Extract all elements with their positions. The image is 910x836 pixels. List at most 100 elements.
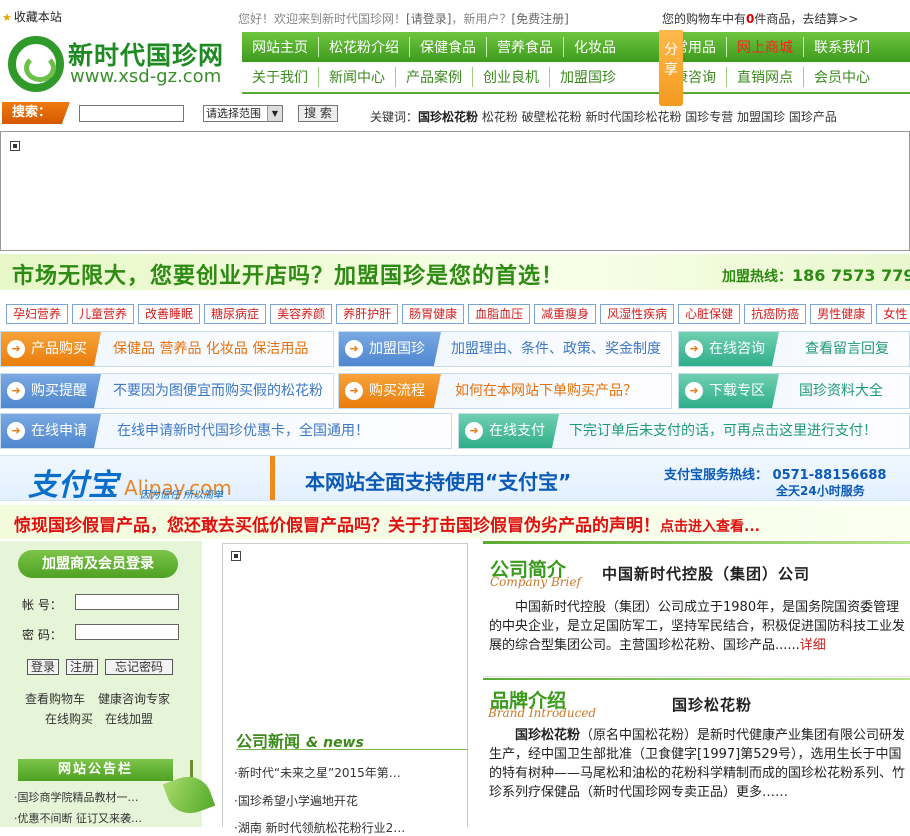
feature-remind-label: 购买提醒 [31, 383, 87, 399]
consult-expert-link[interactable]: 健康咨询专家 [98, 690, 170, 707]
feature-pay[interactable]: ➜ 在线支付 下完订单后未支付的话，可再点击这里进行支付！ [458, 413, 910, 449]
feature-join-label: 加盟国珍 [369, 341, 425, 357]
nav-cases[interactable]: 产品案例 [396, 67, 473, 87]
checkout-link[interactable]: 件商品，去结算>> [754, 12, 858, 26]
tag-item[interactable]: 养肝护肝 [336, 304, 399, 324]
arrow-right-icon: ➜ [7, 382, 25, 400]
feature-apply[interactable]: ➜ 在线申请 在线申请新时代国珍优惠卡，全国通用！ [0, 413, 452, 449]
tag-item[interactable]: 孕妇营养 [6, 304, 69, 324]
secondary-nav: 关于我们 新闻中心 产品案例 创业良机 加盟国珍 健康咨询 直销网点 会员中心 [242, 62, 910, 94]
tag-item[interactable]: 儿童营养 [72, 304, 135, 324]
cart-info[interactable]: 您的购物车中有0件商品，去结算>> [662, 10, 859, 27]
feature-buy[interactable]: ➜ 产品购买 保健品 营养品 化妆品 保洁用品 [0, 331, 334, 367]
news-item[interactable]: ·国珍希望小学遍地开花 [234, 792, 358, 809]
cart-prefix: 您的购物车中有 [662, 12, 747, 26]
company-more-link[interactable]: 详细 [800, 638, 826, 653]
login-link[interactable]: [请登录] [406, 12, 451, 26]
feature-remind[interactable]: ➜ 购买提醒 不要因为图便宜而购买假的松花粉 [0, 373, 334, 409]
nav-health-food[interactable]: 保健食品 [410, 37, 487, 57]
search-button[interactable]: 搜 索 [298, 105, 338, 122]
nav-news[interactable]: 新闻中心 [319, 67, 396, 87]
feature-download[interactable]: ➜ 下载专区 国珍资料大全 [678, 373, 910, 409]
login-button[interactable]: 登录 [27, 659, 59, 675]
keyword-links[interactable]: 松花粉 破壁松花粉 新时代国珍松花粉 国珍专营 加盟国珍 国珍产品 [482, 110, 837, 124]
brand-intro: 国珍松花粉（原名中国松花粉）是新时代健康产业集团有限公司研发生产，经中国卫生部批… [489, 726, 910, 802]
forgot-password-button[interactable]: 忘记密码 [105, 659, 173, 675]
tag-item[interactable]: 心脏保健 [678, 304, 741, 324]
franchise-promo[interactable]: 市场无限大，您要创业开店吗？加盟国珍是您的首选！ 加盟热线：186 7573 7… [0, 254, 910, 290]
nav-home[interactable]: 网站主页 [242, 37, 319, 57]
nav-outlets[interactable]: 直销网点 [727, 67, 804, 87]
tag-item[interactable]: 肠胃健康 [402, 304, 465, 324]
tag-item[interactable]: 女性 [876, 304, 910, 324]
alipay-hotline: 支付宝服务热线： 0571-88156688 [664, 468, 887, 483]
feature-consult[interactable]: ➜ 在线咨询 查看留言回复 [678, 331, 910, 367]
favorite-link[interactable]: ★ 收藏本站 [2, 8, 62, 25]
nav-pollen[interactable]: 松花粉介绍 [319, 37, 410, 57]
nav-mall[interactable]: 网上商城 [727, 37, 804, 57]
feature-consult-text: 查看留言回复 [805, 341, 889, 357]
nav-cosmetics[interactable]: 化妆品 [564, 37, 626, 57]
tag-item[interactable]: 抗癌防癌 [744, 304, 807, 324]
search-scope-select[interactable]: 请选择范围 ▼ [203, 105, 283, 122]
notice-title: 网站公告栏 [18, 759, 173, 781]
counterfeit-warning[interactable]: 惊现国珍假冒产品，您还敢去买低价假冒产品吗？关于打击国珍假冒伪劣产品的声明！点击… [0, 505, 910, 539]
nav-member[interactable]: 会员中心 [804, 67, 880, 87]
tag-item[interactable]: 糖尿病症 [204, 304, 267, 324]
tag-item[interactable]: 男性健康 [810, 304, 873, 324]
arrow-right-icon: ➜ [345, 340, 363, 358]
feature-buy-label: 产品购买 [31, 341, 87, 357]
notice-item[interactable]: ·优惠不间断 征订又来袭… [14, 810, 142, 826]
feature-remind-text: 不要因为图便宜而购买假的松花粉 [113, 383, 323, 399]
feature-join-text: 加盟理由、条件、政策、奖金制度 [451, 341, 661, 357]
password-input[interactable] [75, 624, 179, 640]
nav-join[interactable]: 加盟国珍 [550, 67, 626, 87]
broken-image-icon [10, 141, 20, 151]
warning-text: 惊现国珍假冒产品，您还敢去买低价假冒产品吗？关于打击国珍假冒伪劣产品的声明！ [14, 516, 660, 536]
register-link[interactable]: [免费注册] [511, 12, 568, 26]
online-join-link[interactable]: 在线加盟 [105, 710, 153, 727]
alipay-logo-cn: 支付宝 [28, 468, 118, 503]
arrow-right-icon: ➜ [465, 422, 483, 440]
nav-contact[interactable]: 联系我们 [804, 37, 880, 57]
tag-item[interactable]: 美容养颜 [270, 304, 333, 324]
notice-item[interactable]: ·国珍商学院精品教材一… [14, 789, 139, 805]
chevron-down-icon: ▼ [267, 106, 282, 121]
divider [270, 456, 275, 500]
search-input[interactable] [79, 105, 184, 122]
online-buy-link[interactable]: 在线购买 [45, 710, 93, 727]
news-item[interactable]: ·新时代“未来之星”2015年第… [234, 764, 401, 781]
nav-about[interactable]: 关于我们 [242, 67, 319, 87]
view-cart-link[interactable]: 查看购物车 [25, 690, 85, 707]
feature-buy-cap: ➜ 产品购买 [1, 332, 101, 366]
favorite-label: 收藏本站 [13, 10, 62, 24]
tag-item[interactable]: 改善睡眠 [138, 304, 201, 324]
account-label: 帐 号： [22, 598, 62, 612]
keywords-label: 关键词： [370, 110, 419, 124]
banner-area [0, 131, 910, 251]
feature-buy-text: 保健品 营养品 化妆品 保洁用品 [113, 341, 309, 357]
share-button[interactable]: 分享 [659, 30, 683, 106]
tag-item[interactable]: 减重瘦身 [534, 304, 597, 324]
feature-process[interactable]: ➜ 购买流程 如何在本网站下单购买产品？ [338, 373, 672, 409]
feature-download-label: 下载专区 [709, 383, 765, 399]
feature-join[interactable]: ➜ 加盟国珍 加盟理由、条件、政策、奖金制度 [338, 331, 672, 367]
hotline-label: 加盟热线： [722, 269, 792, 285]
keyword-primary[interactable]: 国珍松花粉 [418, 110, 478, 124]
tag-item[interactable]: 血脂血压 [468, 304, 531, 324]
tag-item[interactable]: 风湿性疾病 [600, 304, 675, 324]
feature-pay-label: 在线支付 [489, 423, 545, 439]
register-button[interactable]: 注册 [66, 659, 98, 675]
site-logo[interactable]: 新时代国珍网 www.xsd-gz.com [2, 32, 242, 96]
feature-consult-label: 在线咨询 [709, 341, 765, 357]
nav-nutrition[interactable]: 营养食品 [487, 37, 564, 57]
arrow-right-icon: ➜ [685, 382, 703, 400]
nav-business[interactable]: 创业良机 [473, 67, 550, 87]
warning-link[interactable]: 点击进入查看... [660, 519, 760, 535]
welcome-prefix: 您好！欢迎来到新时代国珍网！ [238, 12, 407, 26]
brand-title: 国珍松花粉 [672, 696, 753, 714]
news-item[interactable]: ·湖南 新时代领航松花粉行业2… [234, 819, 405, 836]
alipay-banner[interactable]: 支付宝 Alipay.com 因为信任 所以简单 本网站全面支持使用“支付宝” 支… [0, 455, 910, 503]
account-input[interactable] [75, 594, 179, 610]
alipay-slogan: 因为信任 所以简单 [140, 490, 224, 501]
